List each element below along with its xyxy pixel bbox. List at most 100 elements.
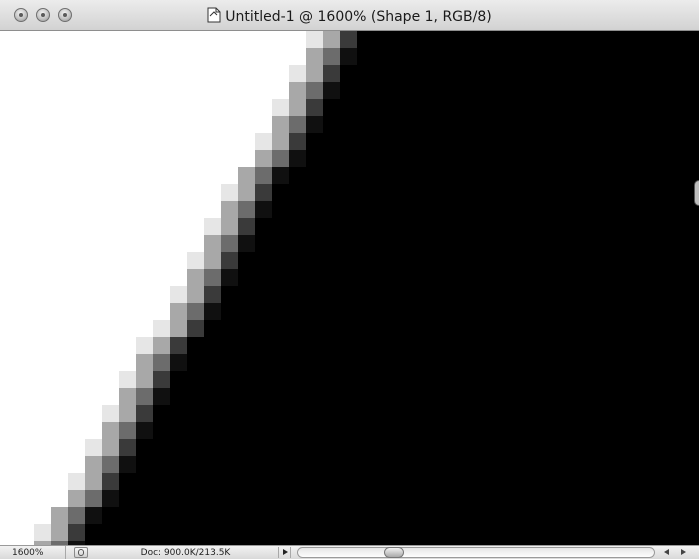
document-window: Untitled-1 @ 1600% (Shape 1, RGB/8) 1600… [0,0,699,559]
antialias-pixel [170,320,187,337]
antialias-pixel [289,82,306,99]
antialias-pixel [306,82,323,99]
antialias-pixel [204,252,221,269]
pixel-art-shape [34,31,699,545]
antialias-pixel [187,269,204,286]
antialias-pixel [119,371,136,388]
antialias-pixel [238,235,255,252]
antialias-pixel [170,286,187,303]
antialias-pixel [136,422,153,439]
antialias-pixel [34,524,51,541]
antialias-pixel [289,65,306,82]
antialias-pixel [255,133,272,150]
antialias-pixel [102,456,119,473]
antialias-pixel [102,490,119,507]
antialias-pixel [102,405,119,422]
antialias-pixel [272,167,289,184]
antialias-pixel [119,388,136,405]
antialias-pixel [170,354,187,371]
antialias-pixel [221,269,238,286]
antialias-pixel [136,405,153,422]
antialias-pixel [153,388,170,405]
antialias-pixel [187,320,204,337]
antialias-pixel [102,422,119,439]
antialias-pixel [153,354,170,371]
antialias-pixel [289,133,306,150]
antialias-pixel [85,456,102,473]
antialias-pixel [272,116,289,133]
antialias-pixel [119,456,136,473]
antialias-pixel [85,439,102,456]
antialias-pixel [272,99,289,116]
scrollbar-thumb[interactable] [384,547,404,558]
antialias-pixel [85,507,102,524]
clock-icon [78,549,84,556]
title-bar[interactable]: Untitled-1 @ 1600% (Shape 1, RGB/8) [0,0,699,31]
antialias-pixel [255,201,272,218]
antialias-pixel [102,439,119,456]
antialias-pixel [340,48,357,65]
antialias-pixel [289,99,306,116]
antialias-pixel [153,371,170,388]
window-title: Untitled-1 @ 1600% (Shape 1, RGB/8) [225,9,492,25]
antialias-pixel [119,405,136,422]
antialias-pixel [136,354,153,371]
antialias-pixel [170,337,187,354]
antialias-pixel [238,218,255,235]
antialias-pixel [51,507,68,524]
antialias-pixel [187,303,204,320]
antialias-pixel [85,490,102,507]
antialias-pixel [221,218,238,235]
antialias-pixel [323,65,340,82]
antialias-pixel [221,201,238,218]
window-title-container: Untitled-1 @ 1600% (Shape 1, RGB/8) [0,0,699,31]
antialias-pixel [136,371,153,388]
antialias-pixel [255,167,272,184]
antialias-pixel [204,218,221,235]
antialias-pixel [136,388,153,405]
antialias-pixel [306,31,323,48]
antialias-pixel [221,235,238,252]
zoom-level-field[interactable]: 1600% [4,546,66,559]
document-icon [207,7,221,23]
status-bar: 1600% Doc: 900.0K/213.5K [0,545,699,559]
antialias-pixel [221,184,238,201]
antialias-pixel [255,150,272,167]
antialias-pixel [272,150,289,167]
antialias-pixel [306,48,323,65]
antialias-pixel [306,99,323,116]
horizontal-scrollbar[interactable] [297,547,655,558]
antialias-pixel [85,473,102,490]
antialias-pixel [323,48,340,65]
resize-handle[interactable] [694,180,699,206]
status-info-menu-arrow[interactable] [278,547,291,558]
scroll-right-arrow[interactable] [676,547,690,558]
antialias-pixel [255,184,272,201]
antialias-pixel [238,201,255,218]
antialias-pixel [306,116,323,133]
antialias-pixel [306,65,323,82]
antialias-pixel [323,31,340,48]
status-menu-button[interactable] [74,547,88,558]
antialias-pixel [187,286,204,303]
image-canvas[interactable] [0,31,699,545]
canvas-edge [695,31,699,545]
antialias-pixel [136,337,153,354]
antialias-pixel [51,524,68,541]
antialias-pixel [204,303,221,320]
scroll-left-arrow[interactable] [660,547,674,558]
antialias-pixel [68,524,85,541]
antialias-pixel [204,269,221,286]
antialias-pixel [340,31,357,48]
antialias-pixel [119,439,136,456]
antialias-pixel [323,82,340,99]
antialias-pixel [238,184,255,201]
antialias-pixel [68,507,85,524]
antialias-pixel [204,235,221,252]
antialias-pixel [272,133,289,150]
document-size-info: Doc: 900.0K/213.5K [140,548,231,558]
antialias-pixel [68,473,85,490]
antialias-pixel [221,252,238,269]
antialias-pixel [68,490,85,507]
antialias-pixel [170,303,187,320]
